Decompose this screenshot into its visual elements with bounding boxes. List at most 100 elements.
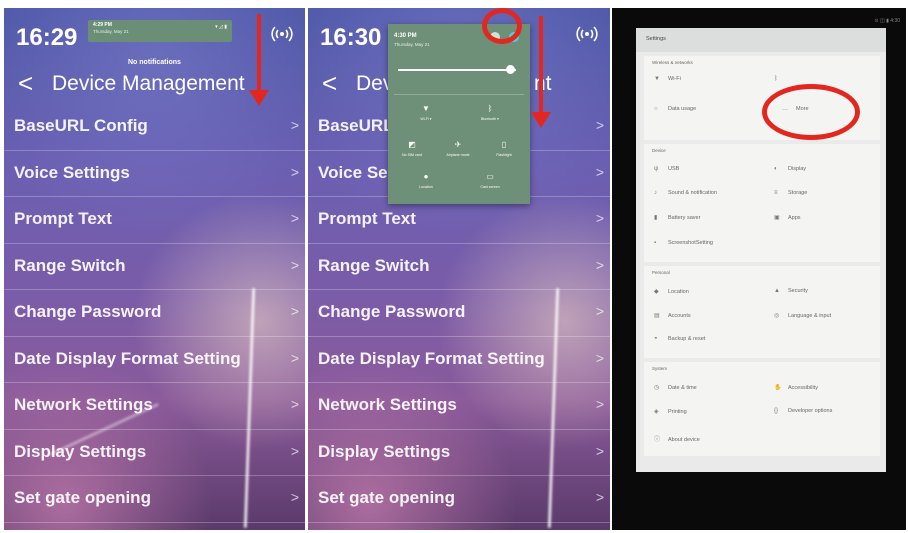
section-device: Device ψ USB ◐ Display ♪ Sound & notificati… bbox=[644, 144, 880, 262]
brightness-slider-knob[interactable] bbox=[506, 65, 515, 74]
settings-item-date-time[interactable]: ◷ Date & time bbox=[654, 384, 697, 391]
brightness-slider[interactable] bbox=[398, 69, 516, 71]
settings-item-about-device[interactable]: ⓘ About device bbox=[654, 434, 700, 443]
settings-item-label: Data usage bbox=[668, 106, 697, 112]
settings-item-label: Security bbox=[788, 288, 808, 294]
settings-item-label: Printing bbox=[668, 409, 687, 415]
wifi-icon: ▼ bbox=[422, 104, 430, 113]
qs-tile-location[interactable]: ● Location bbox=[406, 172, 446, 189]
menu-item-display-settings[interactable]: Display Settings > bbox=[308, 430, 610, 476]
settings-item-display[interactable]: ◐ Display bbox=[774, 166, 806, 172]
settings-item-label: Display bbox=[788, 166, 807, 172]
back-arrow-icon[interactable]: < bbox=[18, 70, 33, 96]
bluetooth-icon: ᛒ bbox=[487, 104, 493, 113]
menu-item-range-switch[interactable]: Range Switch > bbox=[4, 244, 305, 290]
menu-item-date-display-format[interactable]: Date Display Format Setting > bbox=[4, 337, 305, 383]
menu-item-date-display-format[interactable]: Date Display Format Setting > bbox=[308, 337, 610, 383]
flashlight-icon: ▯ bbox=[501, 140, 507, 149]
settings-item-language[interactable]: ◎ Language & input bbox=[774, 312, 831, 319]
settings-item-security[interactable]: ▲ Security bbox=[774, 288, 808, 294]
settings-item-apps[interactable]: ▣ Apps bbox=[774, 214, 801, 221]
chevron-right-icon: > bbox=[595, 163, 604, 180]
display-icon: ◐ bbox=[774, 166, 778, 172]
data-usage-icon: ○ bbox=[654, 106, 658, 112]
back-arrow-icon[interactable]: < bbox=[322, 70, 337, 96]
menu-item-network-settings[interactable]: Network Settings > bbox=[4, 383, 305, 430]
settings-item-data-usage[interactable]: ○ Data usage bbox=[654, 106, 696, 112]
qs-tile-airplane[interactable]: ✈ Airplane mode bbox=[438, 140, 478, 157]
section-personal: Personal ◆ Location ▲ Security ▤ Accounts ◎… bbox=[644, 266, 880, 358]
settings-item-backup[interactable]: ◓ Backup & reset bbox=[654, 336, 705, 342]
battery-icon: ▮ bbox=[654, 215, 658, 221]
sim-icon: ◩ bbox=[408, 140, 416, 149]
settings-item-accessibility[interactable]: ✋ Accessibility bbox=[774, 384, 818, 391]
menu-item-label: Change Password bbox=[318, 302, 466, 321]
chevron-right-icon: > bbox=[290, 163, 299, 180]
menu-item-label: Network Settings bbox=[14, 395, 153, 414]
settings-menu: BaseURL Config > Voice Settings > Prompt T… bbox=[4, 104, 305, 523]
status-clock: 16:29 bbox=[16, 24, 78, 51]
settings-item-developer-options[interactable]: {} Developer options bbox=[774, 408, 832, 414]
settings-item-battery[interactable]: ▮ Battery saver bbox=[654, 214, 700, 221]
chevron-right-icon: > bbox=[290, 349, 299, 366]
qs-tile-sim[interactable]: ◩ No SIM card bbox=[392, 140, 432, 157]
section-header: Personal bbox=[652, 270, 670, 275]
info-icon: ⓘ bbox=[654, 437, 661, 443]
settings-item-label: Battery saver bbox=[668, 215, 701, 221]
settings-item-screenshot[interactable]: ▪ ScreenshotSetting bbox=[654, 240, 713, 246]
settings-item-label: Location bbox=[668, 289, 689, 295]
notification-header[interactable]: 4:29 PM Thursday, May 21 ▾ ◿ ▮ bbox=[88, 20, 232, 42]
qs-tile-label: Flashlight bbox=[496, 153, 512, 157]
qs-tile-wifi[interactable]: ▼ Wi-Fi ▾ bbox=[406, 104, 446, 121]
settings-item-location[interactable]: ◆ Location bbox=[654, 288, 689, 295]
settings-item-label: Accounts bbox=[668, 313, 691, 319]
qs-tile-label: Bluetooth ▾ bbox=[481, 117, 499, 121]
chevron-right-icon: > bbox=[595, 442, 604, 459]
chevron-right-icon: > bbox=[290, 396, 299, 412]
settings-item-label: Accessibility bbox=[788, 385, 818, 391]
location-icon: ● bbox=[423, 172, 429, 181]
settings-item-accounts[interactable]: ▤ Accounts bbox=[654, 312, 691, 319]
settings-item-sound[interactable]: ♪ Sound & notification bbox=[654, 190, 717, 196]
storage-icon: ≡ bbox=[774, 190, 778, 196]
chevron-right-icon: > bbox=[290, 303, 299, 319]
cast-icon: ▭ bbox=[486, 172, 494, 181]
menu-item-network-settings[interactable]: Network Settings > bbox=[308, 383, 610, 430]
settings-item-storage[interactable]: ≡ Storage bbox=[774, 190, 807, 196]
qs-tile-cast[interactable]: ▭ Cast screen bbox=[470, 172, 510, 189]
menu-item-voice-settings[interactable]: Voice Settings > bbox=[4, 151, 305, 197]
qs-tile-bluetooth[interactable]: ᛒ Bluetooth ▾ bbox=[470, 104, 510, 121]
settings-item-usb[interactable]: ψ USB bbox=[654, 166, 679, 172]
qs-tile-label: Location bbox=[419, 185, 433, 189]
section-header: Wireless & networks bbox=[652, 60, 693, 65]
accounts-icon: ▤ bbox=[654, 313, 660, 319]
device-screen-1: 16:29 4:29 PM Thursday, May 21 ▾ ◿ ▮ No … bbox=[4, 8, 305, 530]
menu-item-label: BaseURL Config bbox=[14, 116, 148, 135]
menu-item-set-gate-opening[interactable]: Set gate opening > bbox=[308, 476, 610, 523]
chevron-right-icon: > bbox=[595, 489, 604, 505]
chevron-right-icon: > bbox=[595, 396, 604, 412]
clock-icon: ◷ bbox=[654, 385, 660, 391]
page-title: Device Management bbox=[52, 72, 245, 95]
menu-item-set-gate-opening[interactable]: Set gate opening > bbox=[4, 476, 305, 523]
menu-item-baseurl-config[interactable]: BaseURL Config > bbox=[4, 104, 305, 151]
menu-item-range-switch[interactable]: Range Switch > bbox=[308, 244, 610, 290]
apps-icon: ▣ bbox=[774, 215, 780, 221]
settings-item-bluetooth[interactable]: ᛒ bbox=[774, 76, 788, 82]
settings-item-printing[interactable]: ◈ Printing bbox=[654, 408, 687, 415]
menu-item-label: Display Settings bbox=[14, 441, 147, 461]
menu-item-label: Range Switch bbox=[14, 255, 126, 275]
menu-item-label: Set gate opening bbox=[14, 488, 151, 507]
menu-item-label: Range Switch bbox=[318, 255, 430, 275]
settings-item-label: Wi-Fi bbox=[668, 76, 681, 82]
menu-item-change-password[interactable]: Change Password > bbox=[4, 290, 305, 337]
settings-item-wifi[interactable]: ▼ Wi-Fi bbox=[654, 76, 681, 82]
menu-item-display-settings[interactable]: Display Settings > bbox=[4, 430, 305, 476]
highlight-circle-annotation bbox=[482, 8, 522, 44]
menu-item-change-password[interactable]: Change Password > bbox=[308, 290, 610, 337]
chevron-right-icon: > bbox=[595, 303, 604, 319]
qs-tile-flashlight[interactable]: ▯ Flashlight bbox=[484, 140, 524, 157]
menu-item-prompt-text[interactable]: Prompt Text > bbox=[4, 197, 305, 244]
lock-icon: ▲ bbox=[774, 288, 780, 294]
status-clock: 16:30 bbox=[320, 24, 382, 51]
